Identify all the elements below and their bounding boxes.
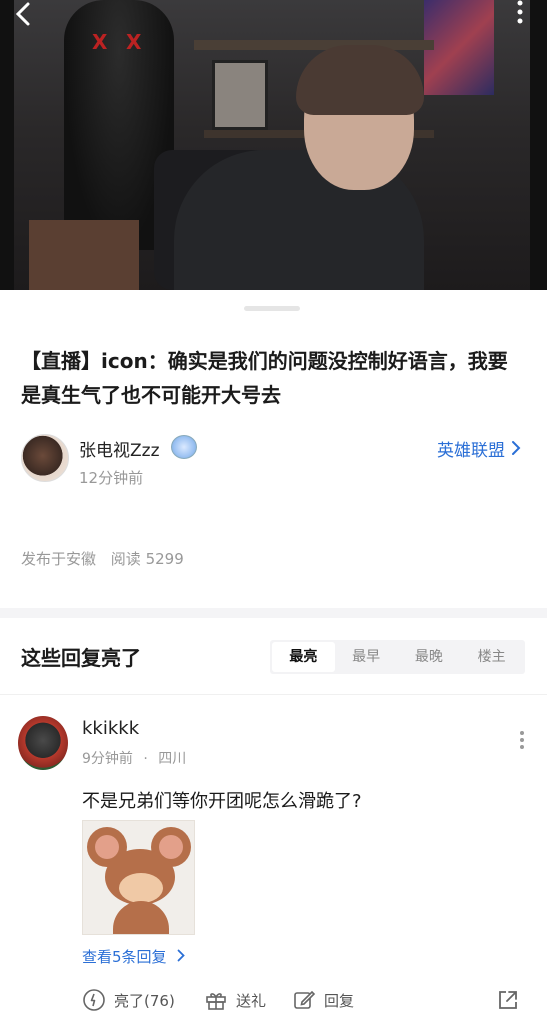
- user-badge-icon: [171, 435, 197, 459]
- tab-earliest[interactable]: 最早: [335, 642, 398, 672]
- chevron-right-icon: [173, 948, 186, 966]
- comment-meta: 9分钟前 · 四川: [82, 748, 186, 768]
- more-button[interactable]: [505, 0, 535, 30]
- view-replies-label: 查看5条回复: [82, 948, 167, 966]
- board-link[interactable]: 英雄联盟: [437, 436, 521, 461]
- photo-frame: [212, 60, 268, 130]
- commenter-avatar[interactable]: [18, 716, 68, 770]
- chevron-right-icon: [511, 440, 521, 461]
- comment-image[interactable]: [82, 820, 195, 935]
- chevron-left-icon: [15, 2, 30, 26]
- author-name[interactable]: 张电视Zzz: [79, 436, 160, 461]
- comment-more-button[interactable]: [510, 730, 534, 756]
- reply-label: 回复: [324, 991, 355, 1010]
- video-frame: XX: [14, 0, 530, 290]
- more-vertical-icon: [517, 0, 523, 24]
- read-count: 阅读 5299: [110, 550, 184, 568]
- edit-icon: [292, 988, 316, 1012]
- post-title: 【直播】icon：确实是我们的问题没控制好语言，我要是真生气了也不可能开大号去: [21, 349, 508, 407]
- mouse-body: [113, 901, 169, 934]
- back-button[interactable]: [10, 0, 50, 30]
- gift-label: 送礼: [236, 991, 267, 1010]
- sort-tabs: 最亮 最早 最晚 楼主: [270, 640, 525, 674]
- shelf: [194, 40, 434, 50]
- gift-button[interactable]: 送礼: [204, 984, 266, 1016]
- comment-text: 不是兄弟们等你开团呢怎么滑跪了?: [82, 791, 362, 812]
- like-label: 亮了(76): [114, 991, 175, 1010]
- section-divider: [0, 608, 547, 618]
- comment-location: 四川: [158, 751, 187, 767]
- desk-box: [29, 220, 139, 290]
- tab-latest[interactable]: 最晚: [398, 642, 461, 672]
- video-player[interactable]: XX: [0, 0, 547, 290]
- wall-poster: [424, 0, 494, 95]
- separator-line: [0, 694, 547, 695]
- meta-separator: ·: [143, 751, 148, 767]
- author-avatar[interactable]: [21, 434, 69, 482]
- post-time: 12分钟前: [79, 469, 144, 487]
- tab-op[interactable]: 楼主: [460, 642, 523, 672]
- gift-icon: [204, 988, 228, 1012]
- author-row: 张电视Zzz 12分钟前 英雄联盟: [21, 432, 531, 488]
- drag-handle[interactable]: [244, 306, 300, 311]
- comment-actions: 亮了(76) 送礼 回复: [82, 984, 532, 1016]
- reply-button[interactable]: 回复: [292, 984, 354, 1016]
- more-vertical-icon: [520, 731, 524, 749]
- commenter-name[interactable]: kkikkk: [82, 718, 139, 739]
- publish-location: 发布于安徽: [21, 550, 97, 568]
- share-button[interactable]: [496, 984, 528, 1016]
- board-label: 英雄联盟: [437, 441, 505, 461]
- share-icon: [496, 988, 520, 1012]
- replies-heading: 这些回复亮了: [21, 646, 141, 670]
- tab-brightest[interactable]: 最亮: [272, 642, 335, 672]
- mouse-face: [119, 873, 163, 903]
- like-button[interactable]: 亮了(76): [82, 984, 175, 1016]
- streamer-hair: [296, 45, 424, 115]
- comment-time: 9分钟前: [82, 751, 133, 767]
- lightbulb-icon: [82, 988, 106, 1012]
- view-replies-link[interactable]: 查看5条回复: [82, 946, 186, 967]
- post-meta: 发布于安徽 阅读 5299: [21, 548, 184, 569]
